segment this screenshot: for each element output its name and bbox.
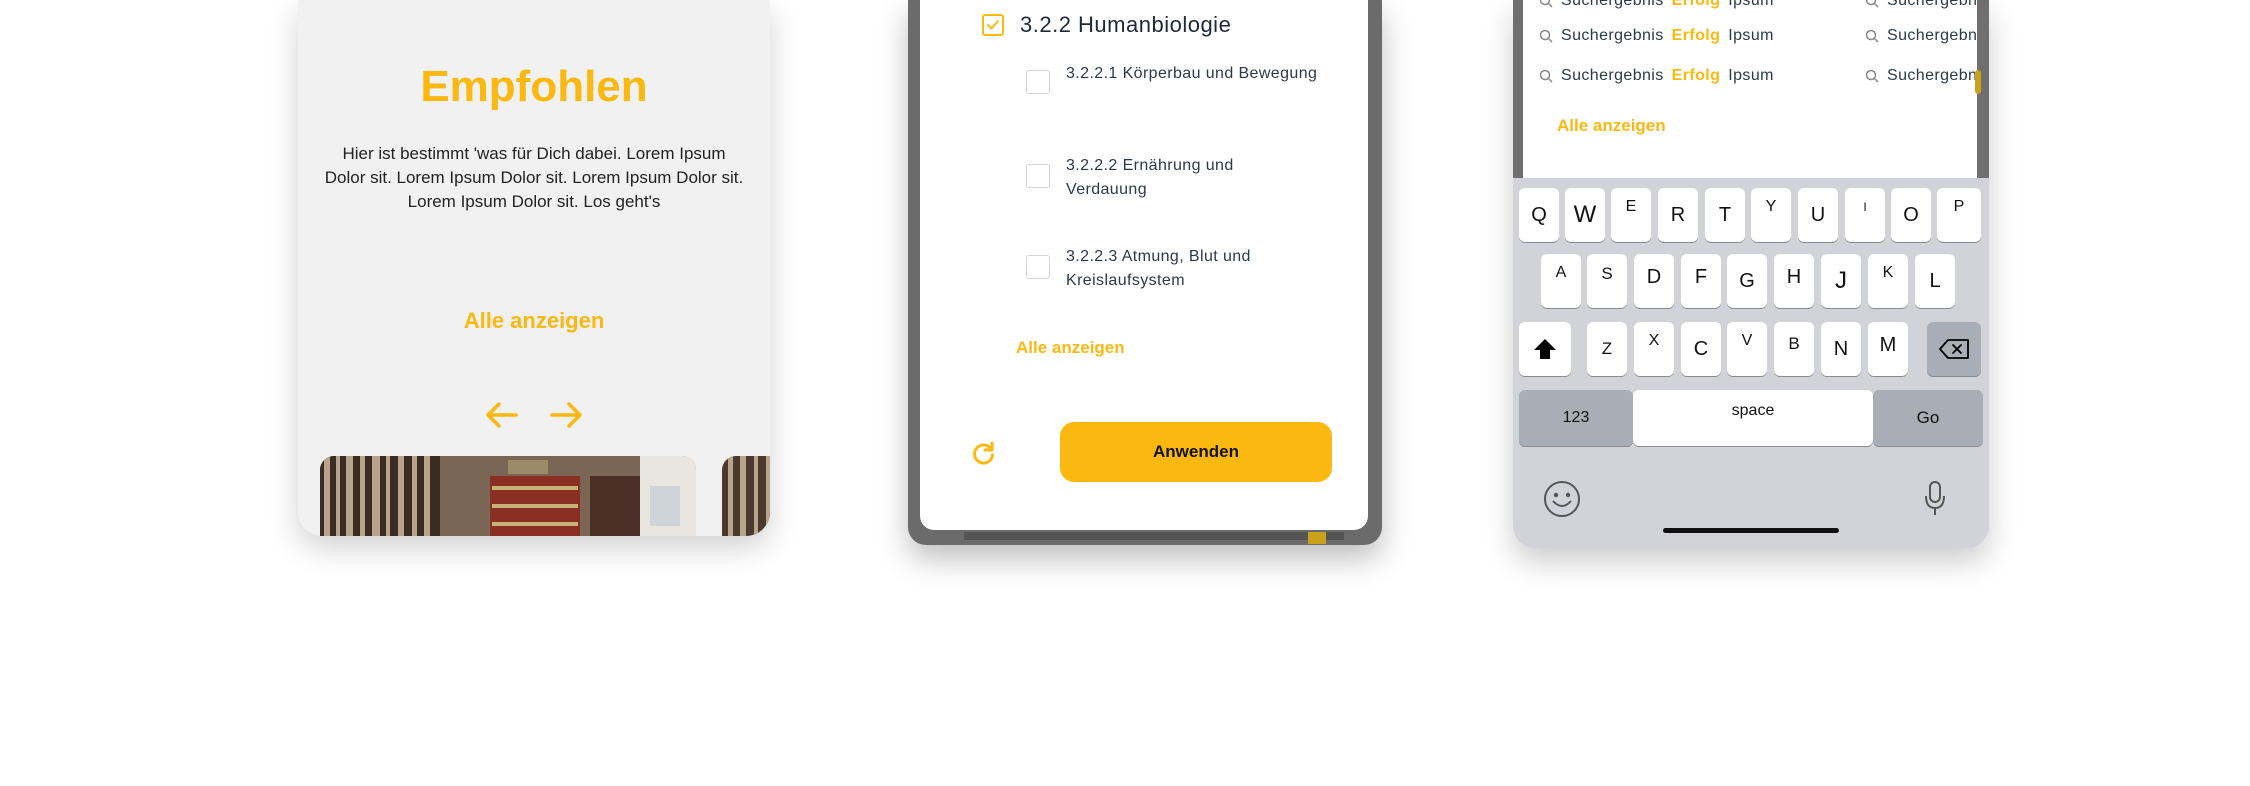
shift-icon [1534,339,1556,359]
search-result-item[interactable]: Suchergebnis [1865,67,1977,85]
arrow-left-icon[interactable] [484,400,518,430]
search-icon [1865,69,1879,83]
filter-subitem[interactable]: 3.2.2.2 Ernährung und Verdauung [1026,154,1266,202]
key-b[interactable]: B [1774,322,1814,376]
key-z[interactable]: Z [1587,322,1627,376]
home-indicator [1663,528,1839,533]
key-r[interactable]: R [1658,188,1698,242]
key-s[interactable]: S [1587,254,1627,308]
search-results-frame: Suchergebnis Erfolg Ipsum Suchergebnis E… [1513,0,1989,178]
emoji-icon[interactable] [1543,480,1581,518]
section-description: Hier ist bestimmt 'was für Dich dabei. L… [324,144,744,211]
search-icon [1865,29,1879,43]
shift-key[interactable] [1519,322,1571,376]
key-v[interactable]: V [1727,322,1767,376]
go-key[interactable]: Go [1873,390,1983,446]
background-accent-peek [1308,532,1326,544]
key-j[interactable]: J [1821,254,1861,308]
key-n[interactable]: N [1821,322,1861,376]
result-suffix: Ipsum [1728,0,1774,9]
search-result-item[interactable]: Suchergebnis Erfolg Ipsum [1539,27,1774,45]
key-a[interactable]: A [1541,254,1581,308]
key-x[interactable]: X [1634,322,1674,376]
filter-subitem[interactable]: 3.2.2.1 Körperbau und Bewegung [1026,62,1336,94]
show-all-link[interactable]: Alle anzeigen [1016,338,1125,358]
carousel-card-image[interactable] [320,456,696,536]
microphone-icon[interactable] [1923,480,1947,518]
filter-sheet: 3.2.2 Humanbiologie 3.2.2.1 Körperbau un… [920,0,1368,530]
section-title: Empfohlen [420,62,648,111]
search-results: Suchergebnis Erfolg Ipsum Suchergebnis E… [1523,0,1977,178]
background-content-peek [964,532,1344,540]
search-result-item[interactable]: Suchergebnis [1865,0,1977,10]
refresh-icon[interactable] [970,440,998,468]
search-icon [1539,69,1553,83]
subitem-label: 3.2.2.3 Atmung, Blut und Kreislaufsystem [1066,248,1251,289]
category-label: 3.2.2 Humanbiologie [1020,12,1232,37]
key-e[interactable]: E [1611,188,1651,242]
search-icon [1539,29,1553,43]
key-m[interactable]: M [1868,322,1908,376]
backspace-key[interactable] [1927,322,1981,376]
checkbox-unchecked[interactable] [1026,255,1050,279]
key-i[interactable]: I [1845,188,1885,242]
result-prefix: Suchergebnis [1561,0,1664,9]
key-l[interactable]: L [1915,254,1955,308]
search-result-item[interactable]: Suchergebnis [1865,27,1977,45]
key-c[interactable]: C [1681,322,1721,376]
result-suffix: Ipsum [1728,27,1774,44]
subitem-label: 3.2.2.1 Körperbau und Bewegung [1066,65,1318,82]
library-photo-next [722,456,770,536]
search-icon [1865,0,1879,8]
keyboard: Q W E R T Y U I O P A S D F G H J K L Z … [1513,178,1989,548]
space-key[interactable]: space [1633,390,1873,446]
result-text: Suchergebnis [1887,0,1977,9]
arrow-right-icon[interactable] [550,400,584,430]
result-suffix: Ipsum [1728,67,1774,84]
search-result-item[interactable]: Suchergebnis Erfolg Ipsum [1539,67,1774,85]
show-all-link[interactable]: Alle anzeigen [298,308,770,334]
carousel-card-image-next[interactable] [722,456,770,536]
key-t[interactable]: T [1705,188,1745,242]
subitem-label: 3.2.2.2 Ernährung und Verdauung [1066,157,1234,198]
filter-category[interactable]: 3.2.2 Humanbiologie [982,12,1231,38]
filter-subitem[interactable]: 3.2.2.3 Atmung, Blut und Kreislaufsystem [1026,245,1266,293]
search-result-item[interactable]: Suchergebnis Erfolg Ipsum [1539,0,1774,10]
key-k[interactable]: K [1868,254,1908,308]
result-prefix: Suchergebnis [1561,27,1664,44]
key-q[interactable]: Q [1519,188,1559,242]
search-icon [1539,0,1553,8]
checkbox-checked[interactable] [982,14,1004,36]
filter-screen: 3.2.2 Humanbiologie 3.2.2.1 Körperbau un… [908,0,1382,545]
apply-button[interactable]: Anwenden [1060,422,1332,482]
result-text: Suchergebnis [1887,67,1977,84]
check-icon [987,20,999,30]
library-photo [320,456,696,536]
checkbox-unchecked[interactable] [1026,70,1050,94]
key-o[interactable]: O [1891,188,1931,242]
canvas: Empfohlen Hier ist bestimmt 'was für Dic… [0,0,2250,786]
numbers-key[interactable]: 123 [1519,390,1633,446]
key-f[interactable]: F [1681,254,1721,308]
backspace-icon [1939,339,1969,359]
result-highlight: Erfolg [1671,27,1721,44]
key-y[interactable]: Y [1751,188,1791,242]
key-g[interactable]: G [1727,254,1767,308]
key-p[interactable]: P [1937,188,1981,242]
recommended-screen: Empfohlen Hier ist bestimmt 'was für Dic… [298,0,770,536]
key-h[interactable]: H [1774,254,1814,308]
result-text: Suchergebnis [1887,27,1977,44]
search-screen: Suchergebnis Erfolg Ipsum Suchergebnis E… [1513,0,1989,548]
checkbox-unchecked[interactable] [1026,164,1050,188]
result-highlight: Erfolg [1671,67,1721,84]
scroll-accent [1975,70,1981,94]
carousel-nav [484,400,584,430]
result-highlight: Erfolg [1671,0,1721,9]
key-u[interactable]: U [1798,188,1838,242]
key-w[interactable]: W [1565,188,1605,242]
result-prefix: Suchergebnis [1561,67,1664,84]
key-d[interactable]: D [1634,254,1674,308]
show-all-link[interactable]: Alle anzeigen [1557,116,1666,136]
